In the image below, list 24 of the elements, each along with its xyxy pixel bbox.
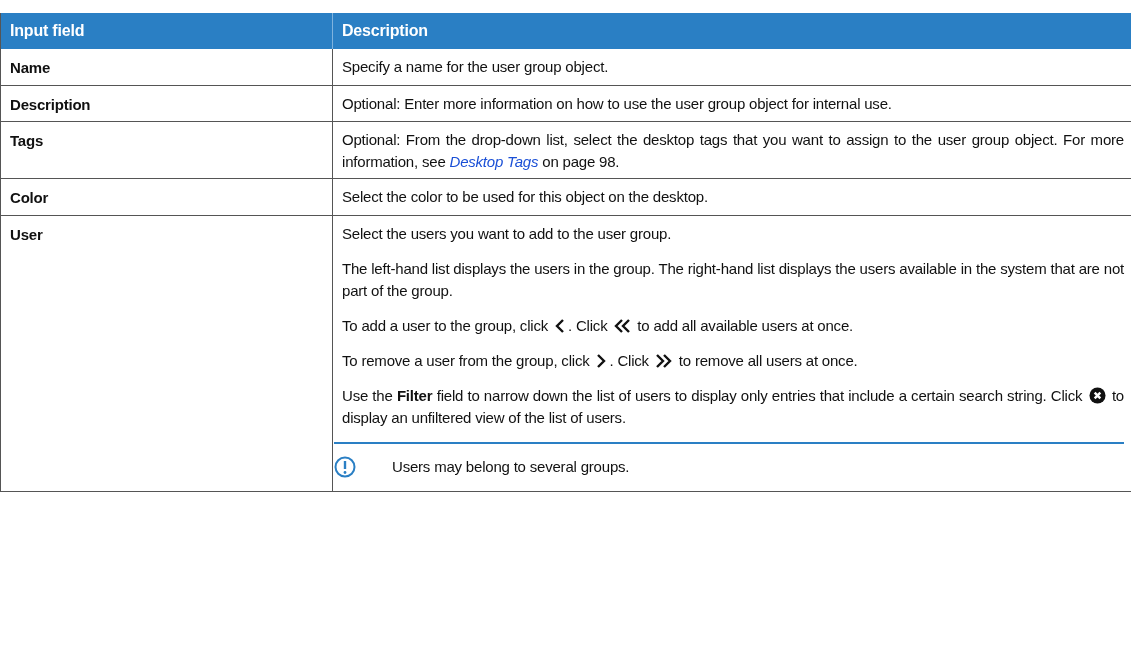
page-link[interactable]: Desktop Tags bbox=[449, 153, 539, 170]
chevron-left-icon bbox=[554, 317, 566, 334]
description-text: The left-hand list displays the users in the group. The right-hand list displays the users available in the system that are not part of the group. bbox=[342, 258, 1124, 301]
field-name: Description bbox=[10, 95, 91, 113]
info-circle-icon bbox=[334, 455, 356, 478]
column-header: Input field bbox=[1, 13, 333, 49]
description-text: Optional: From the drop-down list, select the desktop tags that you want to assign to the user group object. For more information, see Desktop Tags on page 98. bbox=[342, 130, 1124, 172]
field-name: User bbox=[10, 225, 43, 243]
description-text: Select the color to be used for this object on the desktop. bbox=[342, 187, 709, 207]
field-name: Name bbox=[10, 59, 51, 76]
double-chevron-left-icon bbox=[613, 317, 632, 334]
description-text: Specify a name for the user group object. bbox=[342, 57, 610, 77]
column-header: Description bbox=[333, 13, 1131, 49]
description-text: Optional: Enter more information on how to use the user group object for internal use. bbox=[342, 93, 893, 114]
description-text: To add a user to the group, click . Click to add all available users at once. bbox=[342, 315, 854, 336]
field-name: Tags bbox=[10, 132, 44, 149]
double-chevron-right-icon bbox=[654, 352, 673, 369]
note-text: Users may belong to several groups. bbox=[392, 456, 630, 477]
description-text: Select the users you want to add to the user group. bbox=[342, 223, 673, 244]
field-name: Color bbox=[10, 189, 49, 206]
description-text: Use the Filter field to narrow down the list of users to display only entries that include a certain search string. Click to display an unfiltered view of the list of users. bbox=[342, 385, 1124, 428]
clear-circle-icon bbox=[1088, 386, 1106, 404]
description-text: To remove a user from the group, click . Click to remove all users at once. bbox=[342, 350, 859, 371]
chevron-right-icon bbox=[595, 352, 608, 369]
